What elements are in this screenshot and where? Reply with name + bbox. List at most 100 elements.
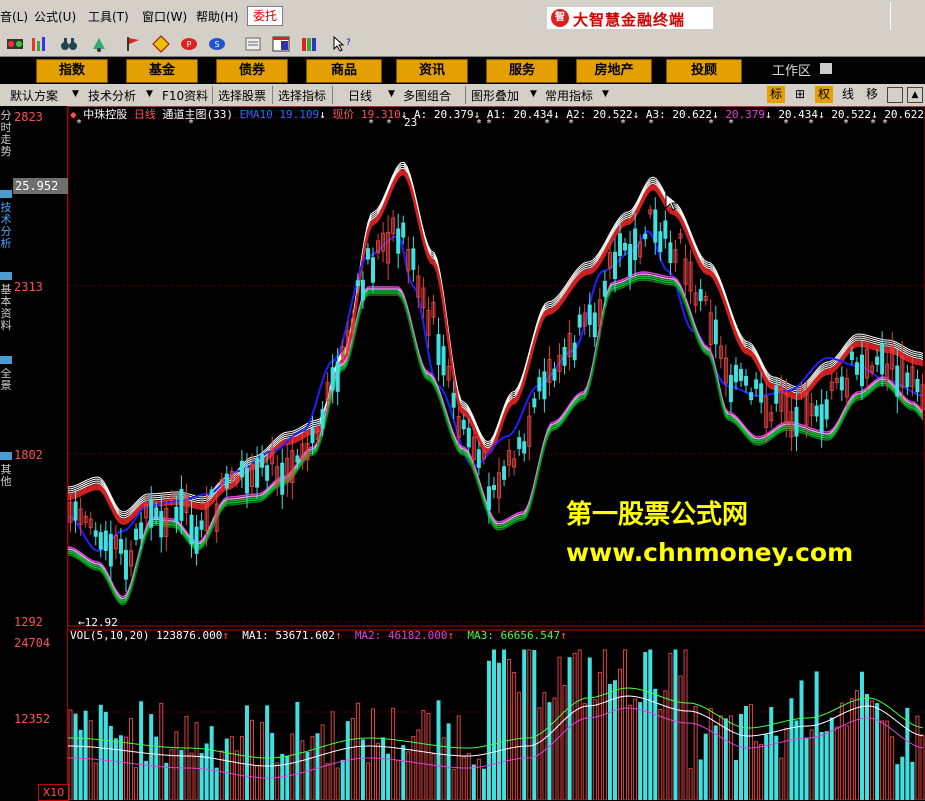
candle-body [93,530,98,537]
bars-icon[interactable] [30,35,48,53]
nav-commodity[interactable]: 商品 [306,59,382,83]
alarm-icon[interactable] [90,35,108,53]
sidebar-item-basic[interactable]: 基本资料 [0,284,12,344]
kline-chart[interactable]: * * * * * * * * * * * * * * * * * [68,106,925,800]
window-scroll[interactable] [890,2,921,30]
tape-icon[interactable] [6,35,24,53]
workspace-menu-icon[interactable] [820,63,832,74]
volume-bar [325,763,330,800]
nav-advisor[interactable]: 投顾 [666,59,742,83]
left-sidebar: 分时走势 技术分析 基本资料 全景 其他 [0,106,12,800]
candle-body [436,334,441,365]
expand-icon[interactable]: ▲ [907,87,923,103]
candle-body [875,356,880,365]
sidebar-item-other[interactable]: 其他 [0,464,12,504]
dropdown-arrow-icon[interactable]: ▼ [388,89,395,99]
notepad-icon[interactable] [244,35,262,53]
menu-item-formula[interactable]: 公式(U) [34,8,76,25]
volume-bar [194,722,199,800]
tab-select-stock[interactable]: 选择股票 [218,87,266,104]
tab-separator [272,86,273,104]
candle-body [854,362,859,375]
move-button[interactable]: 移 [863,86,881,103]
candle-body [310,427,315,444]
price-label-3: 1802 [14,448,43,462]
svg-text:?: ? [346,38,350,48]
mark-button[interactable]: 标 [767,86,785,103]
candle-body [643,233,648,240]
tab-common-indicator[interactable]: 常用指标 [545,87,593,104]
watermark-url: www.chnmoney.com [566,538,854,567]
dropdown-arrow-icon[interactable]: ▼ [530,89,537,99]
sidebar-item-technical[interactable]: 技术分析 [0,202,12,262]
volume-ma1: MA1: 53671.602 [242,629,335,642]
volume-bar [73,713,78,800]
window-layout-icon[interactable] [272,35,290,53]
help-cursor-icon[interactable]: ? [332,35,350,53]
red-sign-icon[interactable]: P [180,35,198,53]
volume-bar [199,753,204,800]
volume-bar [229,736,234,800]
volume-bar [607,683,612,800]
price-label-2: 2313 [14,280,43,294]
tab-select-indicator[interactable]: 选择指标 [278,87,326,104]
tab-overlay[interactable]: 图形叠加 [471,87,519,104]
sidebar-item-panorama[interactable]: 全景 [0,368,12,408]
candle-body [118,538,123,554]
volume-unit-badge[interactable]: X10 [38,784,69,801]
volume-bar [769,706,774,800]
tab-f10[interactable]: F10资料 [162,87,208,104]
workspace-label[interactable]: 工作区 [772,60,811,79]
svg-text:S: S [214,40,219,49]
tab-multi-chart[interactable]: 多图组合 [403,87,451,104]
books-icon[interactable] [300,35,318,53]
volume-bar [209,726,214,800]
menu-item-tools[interactable]: 工具(T) [88,8,129,25]
candle-body [819,404,824,433]
nav-realestate[interactable]: 房地产 [576,59,652,83]
blue-sign-icon[interactable]: S [208,35,226,53]
candle-body [754,379,759,389]
volume-bar [265,705,270,800]
rights-button[interactable]: 权 [815,86,833,103]
nav-service[interactable]: 服务 [486,59,558,83]
nav-bond[interactable]: 债券 [216,59,288,83]
weituo-button[interactable]: 委托 [247,6,283,26]
sidebar-marker [0,356,12,364]
candle-body [194,526,199,554]
line-button[interactable]: 线 [839,86,857,103]
tab-default-scheme[interactable]: 默认方案 [10,87,58,104]
volume-bar [542,692,547,800]
tab-daily[interactable]: 日线 [348,87,372,104]
crosshair-button[interactable]: ⊞ [791,86,809,103]
menu-item-help[interactable]: 帮助(H) [196,8,238,25]
volume-bar [250,719,255,800]
nav-fund[interactable]: 基金 [126,59,198,83]
binoculars-icon[interactable] [60,35,78,53]
volume-bar [572,652,577,800]
menu-item-window[interactable]: 窗口(W) [142,8,187,25]
window-frame-icon[interactable] [887,87,903,103]
dropdown-arrow-icon[interactable]: ▼ [72,89,79,99]
diamond-icon[interactable] [152,35,170,53]
volume-label-mid: 12352 [14,712,51,726]
menu-item-view[interactable]: 音(L) [0,8,28,25]
dropdown-arrow-icon[interactable]: ▼ [146,89,153,99]
upper-band-line [68,167,924,519]
candle-body [239,460,244,478]
dropdown-arrow-icon[interactable]: ▼ [602,89,609,99]
volume-bar [406,751,411,800]
volume-bar [799,680,804,800]
tab-technical-analysis[interactable]: 技术分析 [88,87,136,104]
candle-body [774,385,779,404]
nav-index[interactable]: 指数 [36,59,108,83]
volume-bar [683,649,688,800]
sidebar-item-timeshare[interactable]: 分时走势 [0,110,12,182]
volume-bar [623,649,628,800]
nav-news[interactable]: 资讯 [396,59,468,83]
flag-icon[interactable] [124,35,142,53]
volume-bar [875,703,880,800]
candle-body [572,342,577,361]
volume-bar [774,735,779,800]
volume-bar [839,702,844,800]
